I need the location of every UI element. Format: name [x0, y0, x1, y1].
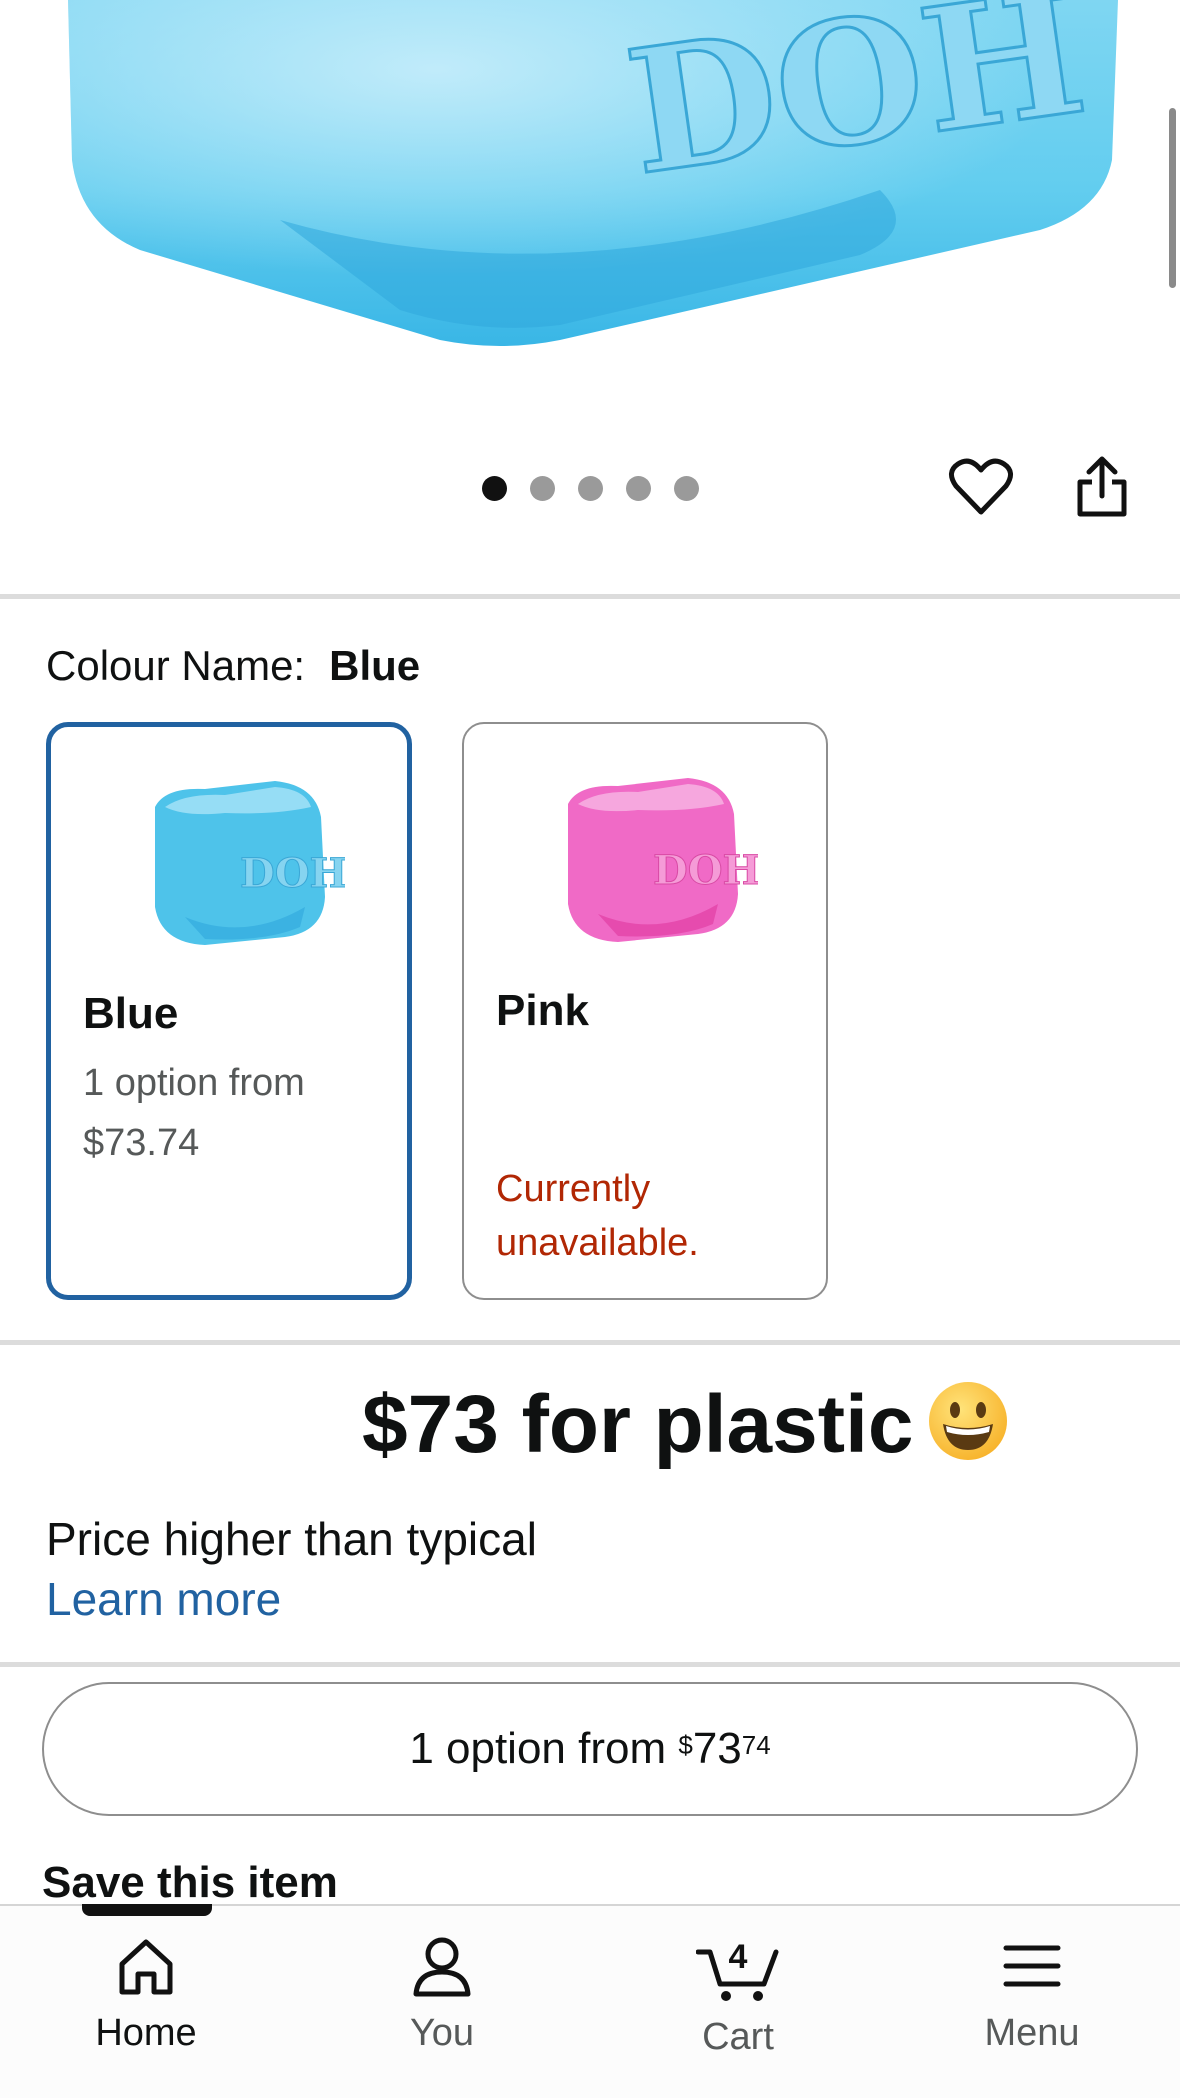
nav-home[interactable]: Home [46, 1934, 246, 2055]
learn-more-link[interactable]: Learn more [46, 1572, 281, 1626]
colour-selected-value: Blue [329, 642, 421, 689]
save-item-heading: Save this item [42, 1858, 338, 1907]
section-divider [0, 594, 1180, 599]
bottom-nav-bar: Home You 4 Cart Menu [0, 1904, 1180, 2098]
headline-text: $73 for plastic [362, 1379, 914, 1470]
carousel-dot[interactable] [530, 476, 555, 501]
product-cube-image: DOH [68, 0, 1118, 346]
nav-cart[interactable]: 4 Cart [638, 1934, 838, 2059]
menu-icon [1003, 1945, 1061, 1987]
nav-label: Menu [984, 2012, 1080, 2054]
colour-option-blue[interactable]: DOH Blue 1 option from $73.74 [46, 722, 412, 1300]
cart-icon: 4 [696, 1938, 779, 2001]
nav-label: Home [95, 2012, 197, 2054]
carousel-dot[interactable] [482, 476, 507, 501]
blue-cube-thumbnail: DOH [155, 781, 345, 945]
colour-name-label: Colour Name: Blue [46, 642, 420, 690]
options-currency: $ [678, 1729, 693, 1760]
product-image[interactable]: DOH [0, 0, 1180, 420]
carousel-dot[interactable] [674, 476, 699, 501]
colour-option-pink[interactable]: DOH Pink Currently unavailable. [462, 722, 828, 1300]
home-icon [119, 1939, 173, 1995]
wishlist-button[interactable] [948, 454, 1014, 520]
carousel-dot[interactable] [578, 476, 603, 501]
scrollbar[interactable] [1169, 108, 1176, 288]
svg-text:DOH: DOH [240, 850, 345, 897]
pink-cube-thumbnail: DOH [568, 778, 758, 942]
carousel-dot[interactable] [626, 476, 651, 501]
nav-menu[interactable]: Menu [932, 1934, 1132, 2055]
option-unavailable-text: Currently unavailable. [496, 1162, 796, 1270]
option-price: $73.74 [83, 1122, 200, 1164]
person-icon [413, 1937, 471, 1997]
option-name: Pink [496, 986, 589, 1035]
image-carousel-dots[interactable] [482, 476, 699, 501]
option-availability-text: 1 option from [83, 1062, 305, 1104]
buying-options-button[interactable]: 1 option from $73 74 [42, 1682, 1138, 1816]
price-note: Price higher than typical [46, 1513, 537, 1565]
section-divider [0, 1662, 1180, 1667]
option-price-info: 1 option from $73.74 [83, 1053, 383, 1173]
colour-label-text: Colour Name: [46, 642, 306, 689]
grinning-face-emoji-icon [929, 1382, 1008, 1460]
share-button[interactable] [1072, 454, 1132, 520]
options-button-text: 1 option from [409, 1724, 679, 1773]
nav-you[interactable]: You [342, 1934, 542, 2055]
options-cents: 74 [741, 1729, 771, 1760]
unavailable-line: unavailable. [496, 1222, 699, 1264]
price-headline: $73 for plastic [362, 1378, 1009, 1472]
active-nav-indicator [82, 1904, 212, 1916]
nav-label: You [409, 2012, 475, 2054]
option-name: Blue [83, 989, 179, 1038]
section-divider [0, 1340, 1180, 1345]
svg-text:DOH: DOH [653, 847, 758, 894]
heart-icon [949, 458, 1013, 515]
cart-count-badge: 4 [729, 1938, 748, 1976]
options-dollars: 73 [692, 1724, 742, 1773]
share-icon [1077, 456, 1127, 517]
nav-label: Cart [702, 2016, 774, 2058]
unavailable-line: Currently [496, 1168, 651, 1210]
